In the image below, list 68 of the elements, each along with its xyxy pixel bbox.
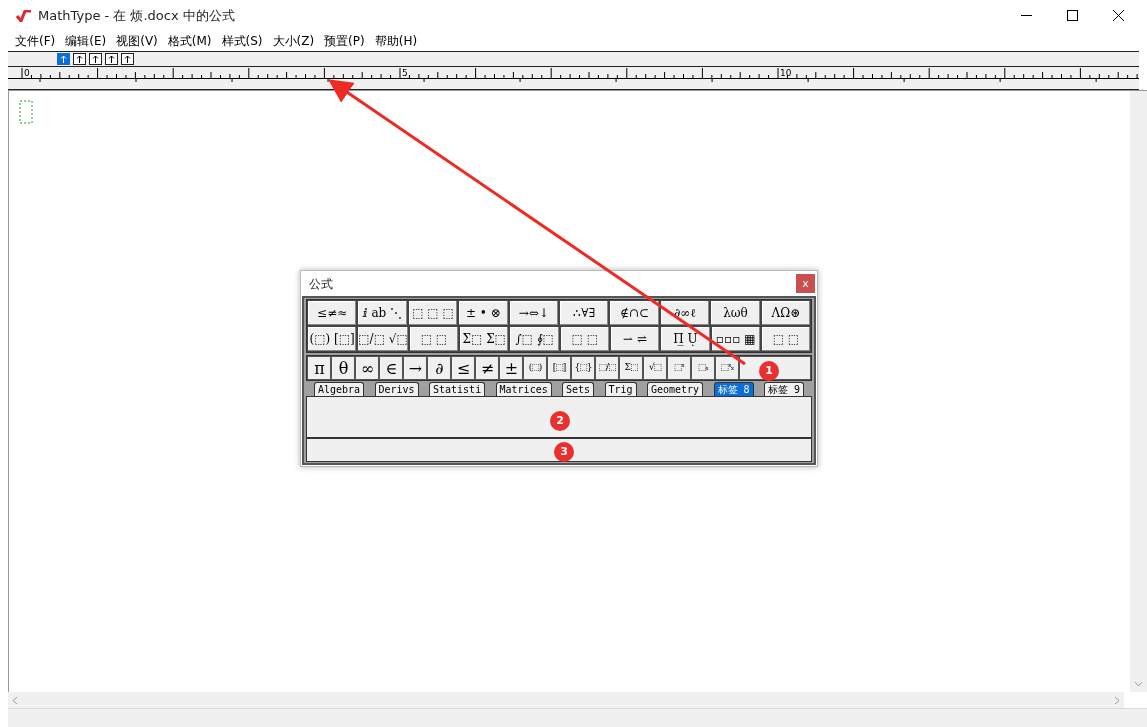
alignment-button[interactable] <box>105 53 118 65</box>
template-button[interactable]: ⬚ ⬚ ⬚ <box>407 300 459 326</box>
template-button[interactable]: ⅈ ab ⋱ <box>357 300 408 326</box>
symbol-button[interactable]: √⬚ <box>643 356 667 380</box>
palette-tab[interactable]: Trig <box>604 382 637 396</box>
menu-item[interactable]: 预置(P) <box>319 32 370 50</box>
menu-item[interactable]: 文件(F) <box>10 32 61 50</box>
template-button[interactable]: ⬚ ⬚ <box>559 326 610 352</box>
symbol-button[interactable]: π <box>307 356 331 380</box>
menu-item[interactable]: 视图(V) <box>111 32 163 50</box>
symbol-button[interactable]: ⬚/⬚ <box>595 356 619 380</box>
symbol-button[interactable]: Σ⬚ <box>619 356 643 380</box>
template-button[interactable]: ∉∩⊂ <box>609 300 660 326</box>
palette-tab[interactable]: Geometry <box>646 382 704 396</box>
alignment-button[interactable] <box>73 53 86 65</box>
ruler-number: 5 <box>402 68 408 78</box>
palette-tab[interactable]: Statisti <box>429 382 486 396</box>
menu-item[interactable]: 帮助(H) <box>369 32 423 50</box>
ruler-number: 0 <box>24 68 30 78</box>
insertion-box-icon <box>19 100 33 124</box>
template-button[interactable]: Σ⬚ Σ⬚ <box>459 326 510 352</box>
template-button[interactable]: ∫⬚ ∮⬚ <box>509 326 560 352</box>
palette-tab[interactable]: Sets <box>562 382 595 396</box>
template-button[interactable]: ⇀ ⇌ <box>609 326 661 352</box>
maximize-icon[interactable] <box>1066 10 1078 21</box>
symbol-button[interactable]: ≤ <box>451 356 475 380</box>
template-button[interactable]: ⬚/⬚ √⬚ <box>357 326 409 352</box>
symbol-button[interactable]: (⬚) <box>523 356 547 380</box>
palette-tab[interactable]: Algebra <box>314 382 365 396</box>
palette-tab[interactable]: Derivs <box>374 382 419 396</box>
palette-tab[interactable]: Matrices <box>495 382 552 396</box>
template-button[interactable]: →⇔↓ <box>508 300 560 326</box>
symbol-button[interactable]: ⬚ˣₓ <box>715 356 739 380</box>
symbol-button[interactable]: → <box>403 356 427 380</box>
template-button[interactable]: Π̲ Ụ <box>660 326 711 352</box>
symbol-button[interactable]: θ <box>331 356 355 380</box>
symbol-button[interactable]: ≠ <box>475 356 499 380</box>
menu-item[interactable]: 样式(S) <box>216 32 268 50</box>
palette-title: 公式 <box>309 275 333 293</box>
symbol-button[interactable]: {⬚} <box>571 356 595 380</box>
alignment-button[interactable] <box>121 53 134 65</box>
menu-item[interactable]: 大小(Z) <box>267 32 320 50</box>
menu-item[interactable]: 格式(M) <box>162 32 217 50</box>
template-button[interactable]: ≤≠≈ <box>307 300 358 326</box>
template-button[interactable]: (⬚) [⬚] <box>307 326 358 352</box>
symbol-button[interactable]: ⬚ˣ <box>667 356 691 380</box>
template-button[interactable]: ⬚ ⬚ <box>760 326 812 352</box>
menu-item[interactable]: 编辑(E) <box>60 32 112 50</box>
palette-tab[interactable]: 标签 9 <box>763 382 804 396</box>
symbol-button[interactable]: ⬚ₓ <box>691 356 715 380</box>
alignment-button[interactable] <box>89 53 102 65</box>
template-button[interactable]: ± • ⊗ <box>458 300 509 326</box>
symbol-button[interactable]: ± <box>499 356 523 380</box>
close-button[interactable]: x <box>796 274 815 293</box>
app-logo-icon <box>16 9 32 22</box>
close-icon[interactable] <box>1112 10 1124 21</box>
template-button[interactable]: ▫▫▫ ▦ <box>710 326 761 352</box>
symbol-button[interactable]: [⬚] <box>547 356 571 380</box>
symbol-button[interactable]: ∂ <box>427 356 451 380</box>
symbol-button[interactable]: ∈ <box>379 356 403 380</box>
palette-tab[interactable]: 标签 8 <box>713 382 754 396</box>
symbol-button[interactable]: ∞ <box>355 356 379 380</box>
template-button[interactable]: ΛΩ⊛ <box>760 300 812 326</box>
template-button[interactable]: λωθ <box>710 300 761 326</box>
template-button[interactable]: ∴∀∃ <box>559 300 610 326</box>
template-button[interactable]: ⬚ ⬚ <box>408 326 460 352</box>
window-title: MathType - 在 烦.docx 中的公式 <box>38 6 235 25</box>
ruler-number: 10 <box>780 68 792 78</box>
